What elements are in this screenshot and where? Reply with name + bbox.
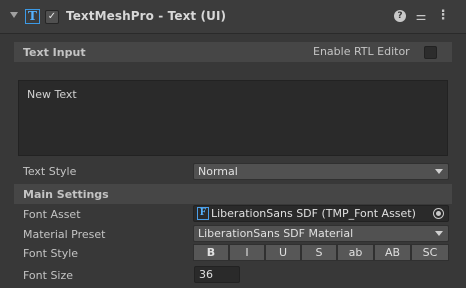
font-asset-value: LiberationSans SDF (TMP_Font Asset) [211, 207, 416, 220]
material-preset-value: LiberationSans SDF Material [198, 227, 354, 240]
rtl-editor-checkbox[interactable] [424, 46, 437, 59]
font-style-uppercase-button[interactable]: AB [374, 244, 411, 261]
text-input-field[interactable]: New Text [18, 80, 448, 156]
foldout-arrow-icon[interactable] [10, 12, 18, 18]
component-enabled-checkbox[interactable]: ✓ [45, 10, 59, 24]
font-style-italic-button[interactable]: I [229, 244, 265, 261]
chevron-down-icon [435, 169, 443, 174]
textmeshpro-icon: T [25, 9, 40, 24]
component-title: TextMeshPro - Text (UI) [66, 9, 227, 23]
material-preset-label: Material Preset [23, 228, 106, 241]
main-settings-section-label: Main Settings [23, 188, 109, 201]
kebab-menu-icon[interactable]: ⋮ [436, 9, 450, 23]
font-style-smallcaps-button[interactable]: SC [411, 244, 449, 261]
font-size-label: Font Size [23, 269, 74, 282]
object-picker-icon[interactable] [433, 208, 444, 219]
help-icon[interactable]: ? [394, 10, 406, 22]
font-asset-icon: F [197, 206, 209, 220]
rtl-editor-label: Enable RTL Editor [313, 45, 410, 58]
chevron-down-icon [435, 231, 443, 236]
text-style-dropdown[interactable]: Normal [193, 163, 449, 180]
text-input-section-label: Text Input [23, 46, 86, 59]
font-asset-field[interactable]: F LiberationSans SDF (TMP_Font Asset) [193, 205, 449, 222]
presets-icon[interactable]: ⚌ [414, 9, 428, 23]
text-style-value: Normal [198, 165, 238, 178]
font-style-bold-button[interactable]: B [193, 244, 229, 261]
font-style-strikethrough-button[interactable]: S [301, 244, 337, 261]
font-size-field[interactable]: 36 [194, 266, 240, 283]
font-asset-label: Font Asset [23, 208, 81, 221]
font-style-label: Font Style [23, 247, 79, 260]
font-style-lowercase-button[interactable]: ab [337, 244, 374, 261]
text-style-label: Text Style [23, 165, 77, 178]
material-preset-dropdown[interactable]: LiberationSans SDF Material [193, 225, 449, 242]
font-style-underline-button[interactable]: U [265, 244, 301, 261]
